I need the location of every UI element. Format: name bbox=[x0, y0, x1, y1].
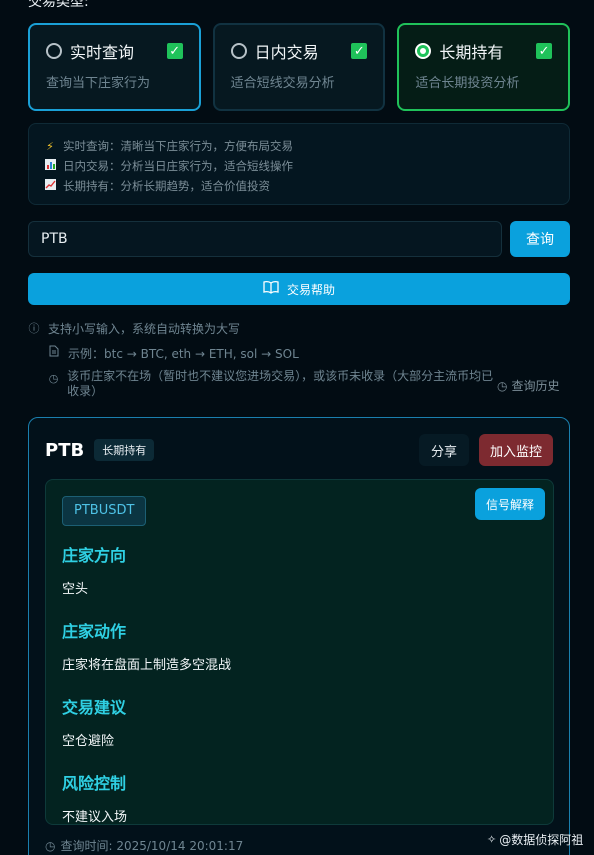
info-line: ⚡ 实时查询：清晰当下庄家行为，方便布局交易 bbox=[43, 136, 555, 156]
trade-type-intraday[interactable]: 日内交易 ✓ 适合短线交易分析 bbox=[212, 23, 386, 111]
signal-title: 风险控制 bbox=[62, 774, 127, 793]
watermark-text: @数据侦探阿祖 bbox=[499, 833, 584, 847]
document-icon bbox=[48, 345, 60, 360]
card-name: 实时查询 bbox=[70, 43, 135, 62]
clock-icon: ◷ bbox=[45, 838, 56, 853]
info-text: 日内交易：分析当日庄家行为，适合短线操作 bbox=[63, 159, 293, 173]
history-label: 查询历史 bbox=[511, 379, 560, 393]
signal-value: 空头 bbox=[62, 582, 89, 597]
trade-type-realtime[interactable]: 实时查询 ✓ 查询当下庄家行为 bbox=[28, 23, 201, 111]
card-desc: 查询当下庄家行为 bbox=[46, 76, 151, 91]
info-circle-icon: ⓘ bbox=[28, 322, 40, 335]
card-desc: 适合短线交易分析 bbox=[230, 76, 335, 91]
result-symbol: PTB bbox=[45, 439, 85, 461]
watermark: ✧ @数据侦探阿祖 bbox=[487, 831, 583, 848]
card-name: 日内交易 bbox=[254, 43, 319, 62]
card-desc: 适合长期投资分析 bbox=[415, 76, 520, 91]
result-header: PTB 长期持有 分享 加入监控 bbox=[45, 418, 553, 482]
trade-help-button[interactable]: 交易帮助 bbox=[28, 273, 570, 305]
query-button[interactable]: 查询 bbox=[510, 221, 570, 257]
signal-value: 庄家将在盘面上制造多空混战 bbox=[62, 658, 232, 673]
hint-text: 该币庄家不在场（暂时也不建议您进场交易），或该币未收录（大部分主流币均已收录） bbox=[67, 369, 494, 398]
signal-title: 庄家动作 bbox=[62, 622, 127, 641]
diamond-logo-icon: ✧ bbox=[487, 833, 497, 846]
clock-icon: ◷ bbox=[497, 378, 508, 393]
bar-chart-icon bbox=[43, 159, 57, 173]
trade-type-longterm[interactable]: 长期持有 ✓ 适合长期投资分析 bbox=[397, 23, 571, 111]
checkbox-icon[interactable]: ✓ bbox=[536, 43, 553, 59]
info-line: 长期持有：分析长期趋势，适合价值投资 bbox=[43, 176, 555, 196]
signal-block: 庄家动作 庄家将在盘面上制造多空混战 bbox=[62, 618, 537, 673]
query-history-link[interactable]: ◷ 查询历史 bbox=[497, 377, 560, 394]
radio-selected-icon[interactable] bbox=[415, 43, 432, 59]
share-button[interactable]: 分享 bbox=[418, 434, 469, 466]
signal-value: 不建议入场 bbox=[62, 810, 128, 825]
radio-icon[interactable] bbox=[230, 43, 247, 59]
signal-block: 风险控制 不建议入场 bbox=[62, 770, 537, 825]
query-time: ◷ 查询时间: 2025/10/14 20:01:17 bbox=[45, 837, 243, 854]
card-head: 长期持有 ✓ bbox=[415, 39, 553, 63]
info-text: 长期持有：分析长期趋势，适合价值投资 bbox=[63, 179, 270, 193]
signal-title: 庄家方向 bbox=[62, 546, 127, 565]
mode-badge: 长期持有 bbox=[94, 439, 155, 461]
book-open-icon bbox=[263, 280, 279, 298]
checkbox-icon[interactable]: ✓ bbox=[351, 43, 368, 59]
signal-panel: PTBUSDT 信号解释 庄家方向 空头 庄家动作 庄家将在盘面上制造多空混战 … bbox=[45, 479, 554, 825]
card-head: 实时查询 ✓ bbox=[46, 39, 183, 63]
lightning-icon: ⚡ bbox=[46, 139, 54, 153]
info-box: ⚡ 实时查询：清晰当下庄家行为，方便布局交易 日内交易：分析当日庄家行为，适合短… bbox=[28, 123, 570, 205]
result-card: PTB 长期持有 分享 加入监控 PTBUSDT 信号解释 庄家方向 空头 庄家… bbox=[28, 417, 570, 855]
trade-type-cards: 实时查询 ✓ 查询当下庄家行为 日内交易 ✓ 适合短线交易分析 长期持有 ✓ 适… bbox=[28, 23, 571, 111]
page: 交易类型: 实时查询 ✓ 查询当下庄家行为 日内交易 ✓ 适合短线交易分析 长期… bbox=[0, 0, 594, 855]
info-text: 实时查询：清晰当下庄家行为，方便布局交易 bbox=[63, 139, 293, 153]
pair-tag: PTBUSDT bbox=[62, 496, 147, 526]
signal-explain-button[interactable]: 信号解释 bbox=[474, 488, 545, 520]
signal-block: 庄家方向 空头 bbox=[62, 542, 537, 597]
card-head: 日内交易 ✓ bbox=[230, 39, 368, 63]
trend-chart-icon bbox=[43, 179, 57, 193]
signal-value: 空仓避险 bbox=[62, 734, 115, 749]
radio-icon[interactable] bbox=[46, 43, 62, 59]
hint-example: 示例：btc → BTC, eth → ETH, sol → SOL bbox=[48, 345, 299, 362]
checkbox-icon[interactable]: ✓ bbox=[166, 43, 183, 59]
add-monitor-button[interactable]: 加入监控 bbox=[478, 434, 553, 466]
signal-block: 交易建议 空仓避险 bbox=[62, 694, 537, 749]
symbol-search-input[interactable] bbox=[28, 221, 502, 257]
trade-help-label: 交易帮助 bbox=[286, 282, 335, 297]
signal-title: 交易建议 bbox=[62, 698, 127, 717]
hint-text: 示例：btc → BTC, eth → ETH, sol → SOL bbox=[68, 347, 299, 361]
info-line: 日内交易：分析当日庄家行为，适合短线操作 bbox=[43, 156, 555, 176]
clock-icon: ◷ bbox=[48, 372, 59, 385]
search-row: 查询 bbox=[28, 221, 570, 257]
query-time-text: 查询时间: 2025/10/14 20:01:17 bbox=[60, 839, 244, 853]
hint-text: 支持小写输入，系统自动转换为大写 bbox=[48, 322, 241, 336]
section-title: 交易类型: bbox=[28, 0, 89, 10]
hint-lowercase: ⓘ 支持小写输入，系统自动转换为大写 bbox=[28, 320, 241, 337]
card-name: 长期持有 bbox=[439, 43, 504, 62]
hint-warning: ◷ 该币庄家不在场（暂时也不建议您进场交易），或该币未收录（大部分主流币均已收录… bbox=[48, 369, 496, 399]
